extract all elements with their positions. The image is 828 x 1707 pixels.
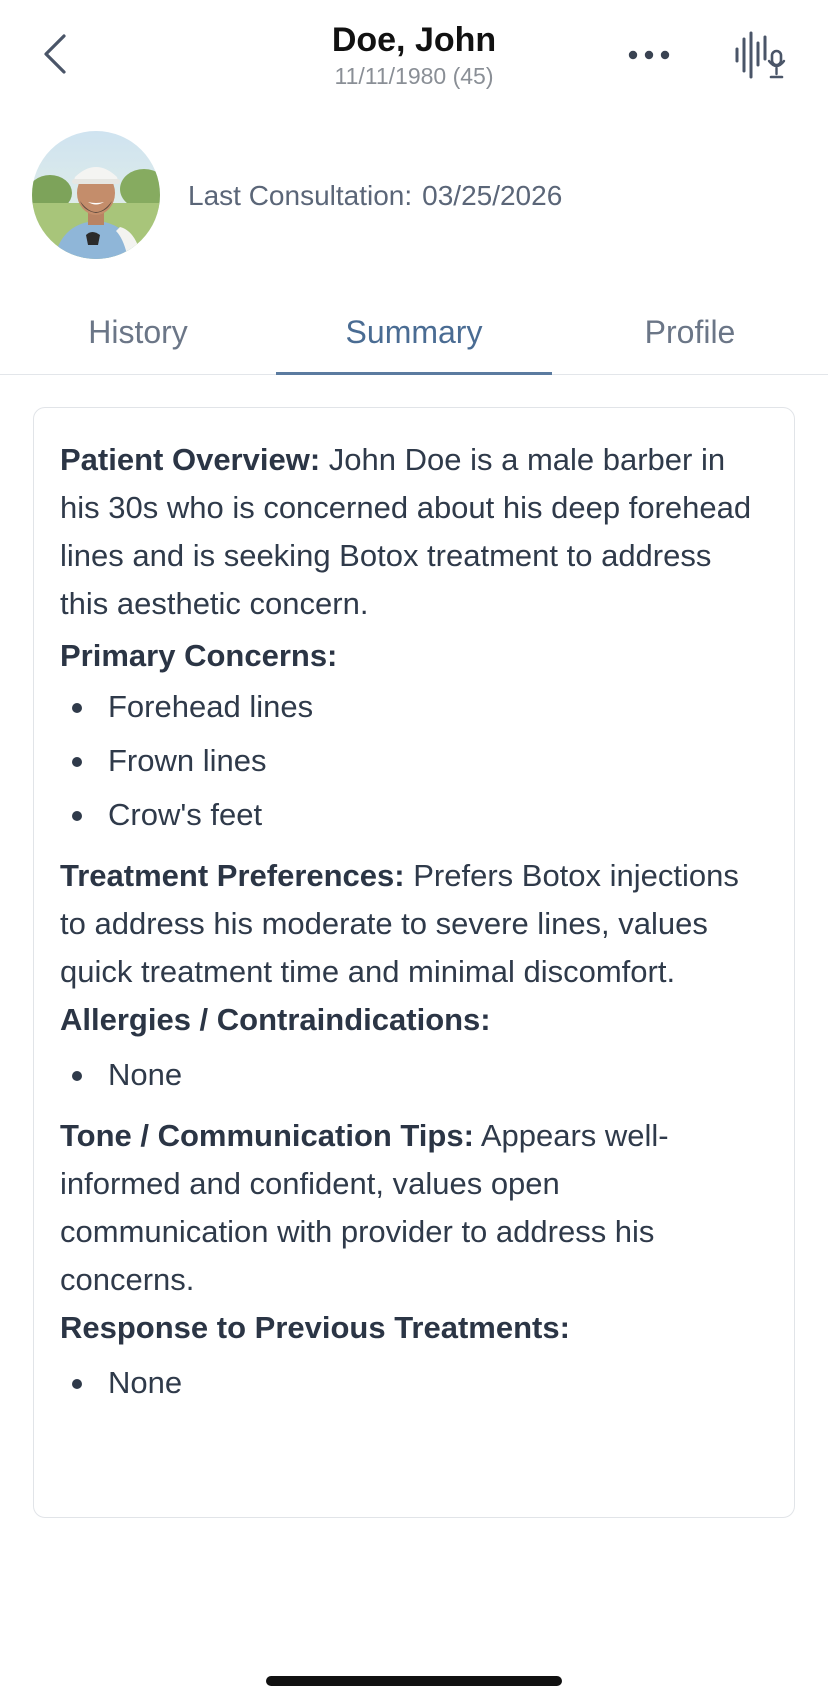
bullet-icon: [72, 1071, 82, 1081]
previous-treatments-heading: Response to Previous Treatments:: [60, 1310, 570, 1345]
voice-waveform-mic-icon: [735, 31, 786, 79]
patient-title: Doe, John 11/11/1980 (45): [214, 20, 614, 92]
last-consultation-date: 03/25/2026: [422, 180, 563, 211]
list-item: Frown lines: [60, 734, 768, 788]
treatment-preferences-label: Treatment Preferences:: [60, 858, 405, 893]
last-consultation-label: Last Consultation:: [188, 180, 413, 211]
treatment-preferences: Treatment Preferences: Prefers Botox inj…: [60, 852, 768, 996]
tab-profile[interactable]: Profile: [552, 290, 828, 374]
patient-overview: Patient Overview: John Doe is a male bar…: [60, 436, 768, 628]
header: Doe, John 11/11/1980 (45): [0, 0, 828, 110]
home-indicator[interactable]: [266, 1676, 562, 1686]
active-tab-indicator: [276, 372, 552, 375]
bullet-icon: [72, 1379, 82, 1389]
back-button[interactable]: [30, 26, 78, 82]
list-item: None: [60, 1356, 768, 1410]
patient-name: Doe, John: [331, 21, 497, 59]
list-item: None: [60, 1048, 768, 1102]
primary-concerns-list: Forehead lines Frown lines Crow's feet: [60, 680, 768, 842]
list-item: Forehead lines: [60, 680, 768, 734]
chevron-left-icon: [44, 34, 66, 74]
previous-treatments-list: None: [60, 1356, 768, 1410]
patient-avatar: [32, 131, 160, 259]
voice-record-button[interactable]: [728, 26, 792, 86]
allergies-list: None: [60, 1048, 768, 1102]
patient-dob: 11/11/1980 (45): [334, 63, 494, 89]
bullet-icon: [72, 703, 82, 713]
primary-concerns-heading: Primary Concerns:: [60, 638, 338, 673]
patient-overview-label: Patient Overview:: [60, 442, 321, 477]
allergies-heading: Allergies / Contraindications:: [60, 1002, 491, 1037]
last-consultation: Last Consultation: 03/25/2026: [188, 178, 562, 214]
bullet-icon: [72, 757, 82, 767]
communication-tips: Tone / Communication Tips: Appears well-…: [60, 1112, 768, 1304]
avatar-photo: [32, 131, 160, 259]
bullet-icon: [72, 811, 82, 821]
tab-bar: History Summary Profile: [0, 290, 828, 375]
more-horizontal-icon: [628, 50, 670, 60]
list-item: Crow's feet: [60, 788, 768, 842]
more-options-button[interactable]: [614, 30, 684, 80]
summary-card: Patient Overview: John Doe is a male bar…: [33, 407, 795, 1518]
tab-summary[interactable]: Summary: [276, 290, 552, 374]
communication-tips-label: Tone / Communication Tips:: [60, 1118, 474, 1153]
tab-history[interactable]: History: [0, 290, 276, 374]
